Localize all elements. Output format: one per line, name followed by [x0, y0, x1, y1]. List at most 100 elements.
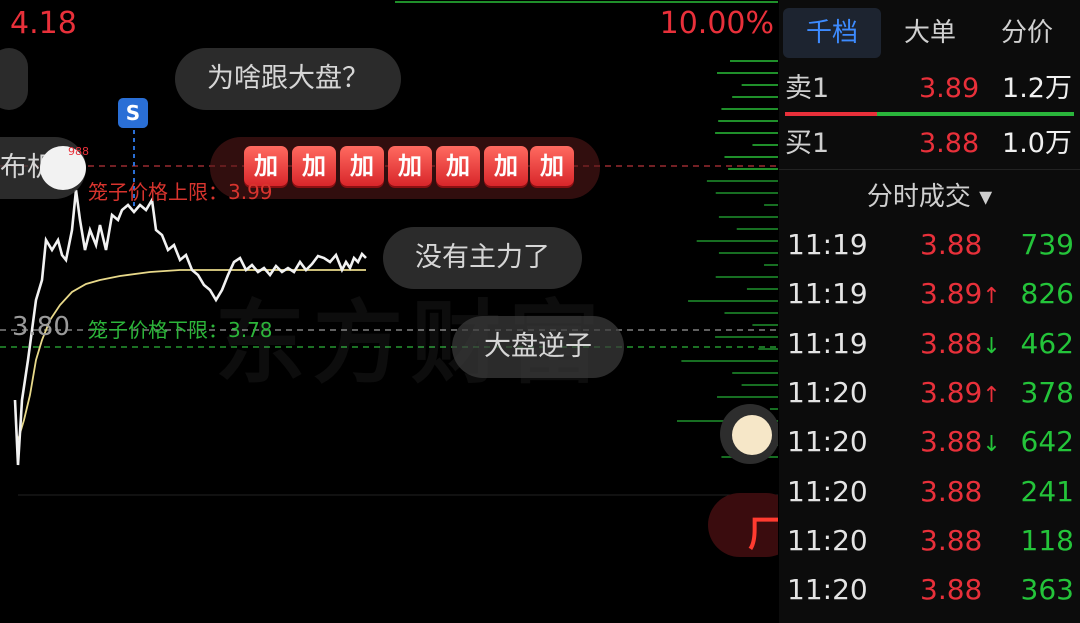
depth-buy-portion: [785, 112, 878, 116]
quick-trade-button[interactable]: 厂: [708, 493, 778, 557]
depth-bar: [732, 96, 778, 98]
depth-bar: [730, 60, 778, 62]
depth-bar: [736, 228, 778, 230]
plus-tag[interactable]: 加: [388, 146, 432, 186]
depth-bar: [758, 348, 778, 350]
divider: [779, 169, 1080, 170]
tab-qiandang[interactable]: 千档: [783, 8, 881, 58]
tab-fenjia[interactable]: 分价: [979, 8, 1075, 58]
depth-bar: [752, 324, 778, 326]
comment-bubble-edge[interactable]: [0, 48, 28, 110]
panel-tabs: 千档 大单 分价: [779, 0, 1080, 62]
depth-bar: [769, 408, 778, 410]
arrow-down-icon: ↓: [982, 432, 1001, 458]
depth-bar: [728, 168, 778, 170]
tick-volume: 739: [1020, 228, 1074, 261]
tick-row: 11:19 3.88 739: [779, 220, 1080, 269]
order-book-sell-1: 卖1 3.89 1.2万: [779, 64, 1080, 114]
tick-price: 3.89↑: [920, 375, 1001, 409]
tick-price: 3.88: [920, 573, 983, 607]
ob-price: 3.88: [919, 128, 980, 159]
comment-bubble[interactable]: 没有主力了: [383, 227, 582, 289]
depth-bar: [718, 216, 778, 218]
depth-bar: [732, 372, 778, 374]
ticks-title-dropdown[interactable]: 分时成交 ▾: [779, 176, 1080, 213]
depth-bar: [715, 276, 778, 278]
plus-tag[interactable]: 加: [292, 146, 336, 186]
comment-bubble[interactable]: 为啥跟大盘？: [175, 48, 401, 110]
tick-volume: 462: [1020, 326, 1074, 360]
depth-bar: [715, 192, 778, 194]
arrow-up-icon: ↑: [982, 382, 1001, 408]
plus-tag[interactable]: 加: [530, 146, 574, 186]
tick-volume: 826: [1020, 277, 1074, 311]
ob-volume: 1.0万: [1002, 128, 1072, 159]
depth-bar: [746, 288, 778, 290]
tick-time: 11:20: [787, 523, 868, 557]
depth-bar: [688, 300, 778, 302]
sell-signal-marker[interactable]: S: [118, 98, 148, 128]
plus-tag[interactable]: 加: [436, 146, 480, 186]
tick-row: 11:20 3.88 363: [779, 565, 1080, 614]
tick-time: 11:20: [787, 573, 868, 607]
depth-bar: [764, 264, 778, 266]
emoji-badge: 988: [68, 145, 89, 158]
ob-price: 3.89: [919, 73, 980, 104]
tick-price: 3.88: [920, 474, 983, 508]
plus-tag[interactable]: 加: [484, 146, 528, 186]
tick-volume: 241: [1020, 474, 1074, 508]
depth-bars: [676, 60, 778, 458]
tick-price: 3.88: [920, 228, 983, 261]
tick-time: 11:19: [787, 326, 868, 360]
depth-bar: [717, 396, 778, 398]
prev-close-label: 3.80: [12, 312, 70, 342]
depth-bar: [718, 252, 778, 254]
ob-label: 买1: [785, 128, 830, 159]
pct-high-label: 10.00%: [659, 6, 774, 41]
tick-time: 11:20: [787, 375, 868, 409]
depth-bar: [717, 72, 778, 74]
depth-bar: [696, 240, 778, 242]
order-book-buy-1: 买1 3.88 1.0万: [779, 119, 1080, 169]
tick-price: 3.89↑: [920, 277, 1001, 311]
depth-sell-portion: [877, 112, 1074, 116]
arrow-down-icon: ↓: [982, 333, 1001, 359]
tick-time: 11:19: [787, 228, 868, 261]
depth-bar: [706, 180, 778, 182]
depth-bar: [741, 384, 778, 386]
tick-price: 3.88↓: [920, 326, 1001, 360]
depth-bar: [752, 144, 778, 146]
tick-volume: 378: [1020, 375, 1074, 409]
side-panel: 千档 大单 分价 卖1 3.89 1.2万 买1 3.88 1.0万 分时成交 …: [779, 0, 1080, 623]
tick-row: 11:20 3.88 118: [779, 516, 1080, 565]
depth-bar: [724, 312, 778, 314]
cage-lower-label: 笼子价格下限：3.78: [88, 318, 273, 342]
tick-volume: 642: [1020, 425, 1074, 459]
arrow-up-icon: ↑: [982, 284, 1001, 310]
tick-time: 11:20: [787, 425, 868, 459]
tick-row: 11:20 3.89↑ 378: [779, 368, 1080, 417]
ob-label: 卖1: [785, 73, 830, 104]
depth-bar: [718, 120, 778, 122]
depth-bar: [715, 336, 778, 338]
tick-volume: 363: [1020, 573, 1074, 607]
order-book-depth-bar: [785, 112, 1074, 116]
plus-tag[interactable]: 加: [340, 146, 384, 186]
price-high-label: 4.18: [10, 6, 77, 41]
tick-price: 3.88: [920, 523, 983, 557]
depth-bar: [764, 204, 778, 206]
ob-volume: 1.2万: [1002, 73, 1072, 104]
tick-row: 11:20 3.88 241: [779, 467, 1080, 516]
intraday-chart[interactable]: 东方财富 4.18 10.00% 为啥跟大盘？ 布机 加 加 加 加 加 加 加…: [0, 0, 778, 623]
tick-volume: 118: [1020, 523, 1074, 557]
trade-glyph: 厂: [748, 514, 778, 555]
tab-dadan[interactable]: 大单: [883, 8, 977, 58]
depth-bar: [741, 84, 778, 86]
comment-bubble[interactable]: 大盘逆子: [452, 316, 624, 378]
tick-time: 11:19: [787, 277, 868, 311]
rabbit-face-icon: [732, 415, 772, 455]
tick-row: 11:19 3.88↓ 462: [779, 319, 1080, 368]
cage-upper-label: 笼子价格上限：3.99: [88, 180, 273, 204]
depth-bar: [681, 360, 778, 362]
tick-price: 3.88↓: [920, 425, 1001, 459]
